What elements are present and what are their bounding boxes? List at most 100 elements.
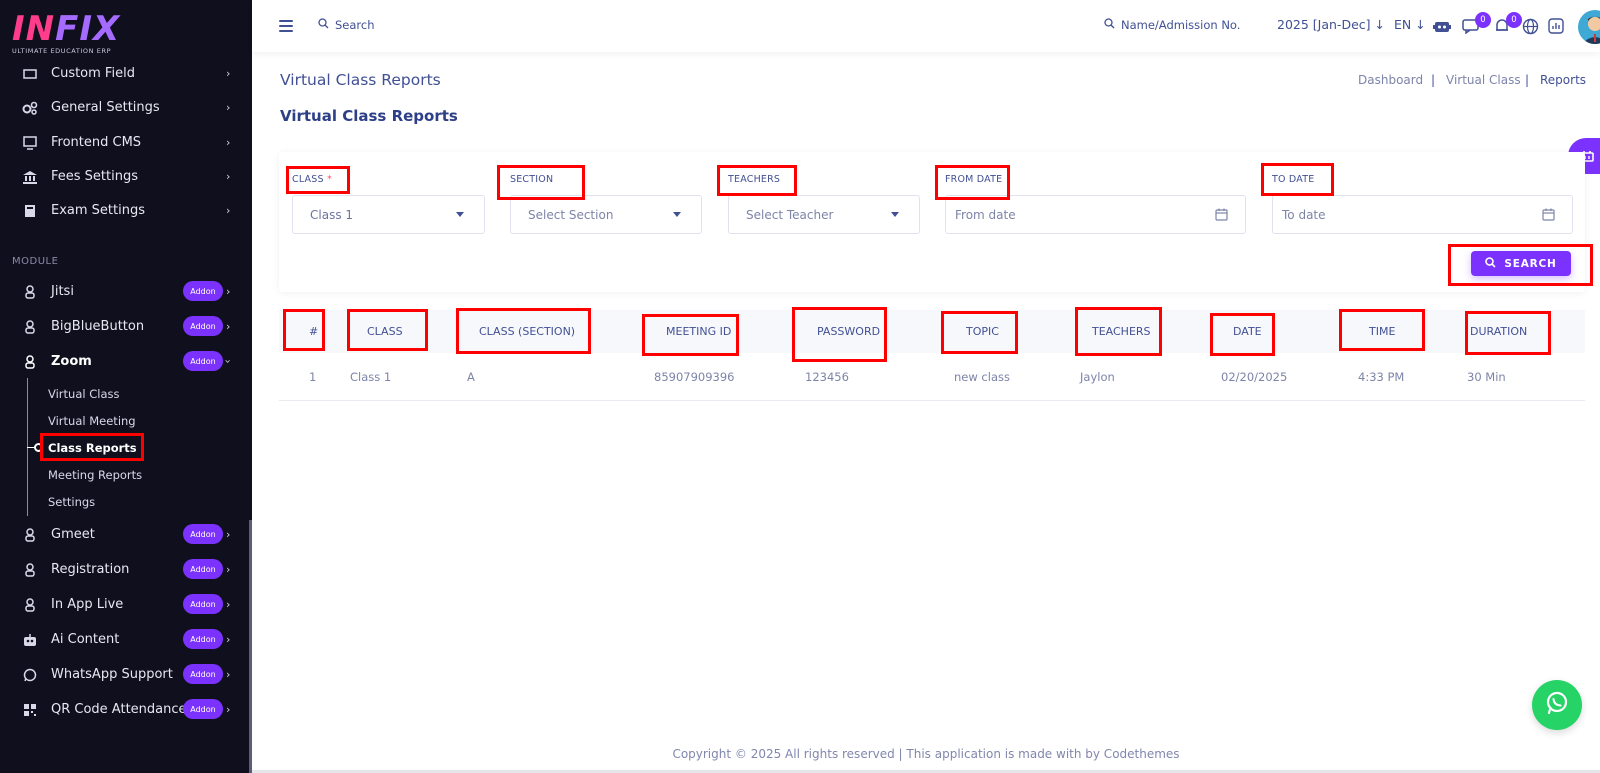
- row-divider: [279, 400, 1585, 401]
- sidebar-item-zoom[interactable]: Zoom Addon ›: [0, 346, 246, 376]
- breadcrumb-reports: Reports: [1540, 73, 1587, 87]
- caret-down-icon: [891, 212, 899, 217]
- from-date-input[interactable]: From date: [945, 195, 1246, 234]
- addon-badge: Addon: [183, 629, 223, 649]
- sidebar-item-label: Fees Settings: [51, 168, 138, 184]
- footer-copyright: Copyright © 2025 All rights reserved | T…: [672, 747, 1180, 761]
- chevron-right-icon: ›: [226, 702, 231, 716]
- cell-time: 4:33 PM: [1358, 370, 1405, 384]
- breadcrumb-separator: |: [1431, 73, 1436, 87]
- class-select[interactable]: Class 1: [292, 195, 485, 234]
- column-header-password[interactable]: PASSWORD: [817, 325, 880, 338]
- calendar-icon[interactable]: [1542, 208, 1555, 224]
- student-search-label: Name/Admission No.: [1121, 18, 1241, 32]
- search-button-label: SEARCH: [1504, 257, 1557, 270]
- addon-badge: Addon: [183, 664, 223, 684]
- globe-icon[interactable]: [1520, 16, 1540, 36]
- submenu-virtual-meeting[interactable]: Virtual Meeting: [48, 414, 136, 428]
- sidebar-item-bigbluebutton[interactable]: BigBlueButton Addon ›: [0, 311, 246, 341]
- book-icon: [22, 203, 38, 219]
- sidebar: INFIX ULTIMATE EDUCATION ERP Custom Fiel…: [0, 0, 252, 773]
- addon-badge: Addon: [183, 559, 223, 579]
- to-date-input[interactable]: To date: [1272, 195, 1573, 234]
- class-select-value: Class 1: [310, 207, 354, 222]
- user-avatar[interactable]: [1578, 10, 1600, 44]
- calendar-icon[interactable]: [1215, 208, 1228, 224]
- arrow-down-icon: ↓: [1374, 17, 1385, 32]
- whatsapp-icon: [1544, 690, 1570, 720]
- column-header-date[interactable]: DATE: [1233, 325, 1262, 338]
- addon-badge: Addon: [183, 524, 223, 544]
- user-icon: [22, 597, 38, 613]
- column-header-number[interactable]: #: [309, 325, 318, 338]
- session-selector[interactable]: 2025 [Jan-Dec] ↓: [1277, 17, 1385, 32]
- column-header-class-section[interactable]: CLASS (SECTION): [479, 325, 575, 338]
- sidebar-item-custom-field[interactable]: Custom Field ›: [0, 58, 246, 88]
- addon-badge: Addon: [183, 281, 223, 301]
- global-search[interactable]: Search: [318, 18, 375, 32]
- session-label: 2025 [Jan-Dec]: [1277, 17, 1371, 32]
- sidebar-item-ai-content[interactable]: Ai Content Addon ›: [0, 624, 246, 654]
- cell-number: 1: [309, 370, 317, 384]
- user-icon: [22, 319, 38, 335]
- menu-toggle-icon[interactable]: [279, 20, 293, 32]
- submenu-settings[interactable]: Settings: [48, 495, 95, 509]
- breadcrumb-virtual-class[interactable]: Virtual Class: [1446, 73, 1521, 87]
- column-header-topic[interactable]: TOPIC: [966, 325, 999, 338]
- section-select[interactable]: Select Section: [510, 195, 702, 234]
- sidebar-item-label: Gmeet: [51, 526, 95, 542]
- teacher-select-placeholder: Select Teacher: [746, 207, 834, 222]
- logo-text-a: IN: [12, 9, 56, 49]
- language-selector[interactable]: EN ↓: [1394, 17, 1426, 32]
- sidebar-item-qr-code-attendance[interactable]: QR Code Attendance Addon ›: [0, 694, 246, 724]
- whatsapp-chat-button[interactable]: [1532, 680, 1582, 730]
- sidebar-item-label: General Settings: [51, 99, 160, 115]
- section-select-placeholder: Select Section: [528, 207, 614, 222]
- column-header-class[interactable]: CLASS: [367, 325, 403, 338]
- column-header-teachers[interactable]: TEACHERS: [1092, 325, 1151, 338]
- sidebar-item-fees-settings[interactable]: Fees Settings ›: [0, 161, 246, 191]
- student-search[interactable]: Name/Admission No.: [1104, 18, 1240, 32]
- sidebar-scrollbar[interactable]: [249, 520, 252, 773]
- sidebar-item-registration[interactable]: Registration Addon ›: [0, 554, 246, 584]
- sidebar-item-label: Custom Field: [51, 65, 135, 81]
- sidebar-item-label: Registration: [51, 561, 130, 577]
- stats-icon[interactable]: [1546, 16, 1566, 36]
- submenu-class-reports[interactable]: Class Reports: [48, 441, 137, 455]
- messages-badge: 0: [1475, 12, 1491, 28]
- sidebar-item-in-app-live[interactable]: In App Live Addon ›: [0, 589, 246, 619]
- column-header-duration[interactable]: DURATION: [1470, 325, 1527, 338]
- column-header-time[interactable]: TIME: [1369, 325, 1395, 338]
- sidebar-item-exam-settings[interactable]: Exam Settings ›: [0, 195, 246, 225]
- arrow-down-icon: ↓: [1415, 17, 1426, 32]
- sidebar-item-general-settings[interactable]: General Settings ›: [0, 92, 246, 122]
- sidebar-item-frontend-cms[interactable]: Frontend CMS ›: [0, 127, 246, 157]
- sidebar-item-label: QR Code Attendance: [51, 701, 187, 717]
- robot-icon[interactable]: [1432, 16, 1452, 36]
- search-button[interactable]: SEARCH: [1471, 251, 1571, 276]
- from-date-label: FROM DATE: [945, 174, 1003, 185]
- logo-tagline: ULTIMATE EDUCATION ERP: [12, 47, 112, 55]
- breadcrumb-dashboard[interactable]: Dashboard: [1358, 73, 1423, 87]
- submenu-active-dot: [34, 443, 43, 452]
- submenu-virtual-class[interactable]: Virtual Class: [48, 387, 120, 401]
- sidebar-item-jitsi[interactable]: Jitsi Addon ›: [0, 276, 246, 306]
- submenu-meeting-reports[interactable]: Meeting Reports: [48, 468, 142, 482]
- sidebar-item-label: Ai Content: [51, 631, 120, 647]
- sidebar-item-gmeet[interactable]: Gmeet Addon ›: [0, 519, 246, 549]
- user-icon: [22, 284, 38, 300]
- cell-teachers: Jaylon: [1080, 370, 1115, 384]
- whatsapp-icon: [22, 667, 38, 683]
- cell-meeting-id: 85907909396: [654, 370, 735, 384]
- teacher-select[interactable]: Select Teacher: [728, 195, 920, 234]
- sidebar-item-label: Exam Settings: [51, 202, 145, 218]
- monitor-icon: [22, 135, 38, 151]
- section-title: Virtual Class Reports: [280, 107, 458, 125]
- column-header-meeting-id[interactable]: MEETING ID: [666, 325, 731, 338]
- app-logo[interactable]: INFIX ULTIMATE EDUCATION ERP: [12, 12, 120, 55]
- chevron-right-icon: ›: [226, 203, 231, 217]
- sidebar-item-whatsapp-support[interactable]: WhatsApp Support Addon ›: [0, 659, 246, 689]
- class-label: CLASS *: [292, 174, 332, 185]
- chevron-right-icon: ›: [226, 632, 231, 646]
- language-label: EN: [1394, 17, 1412, 32]
